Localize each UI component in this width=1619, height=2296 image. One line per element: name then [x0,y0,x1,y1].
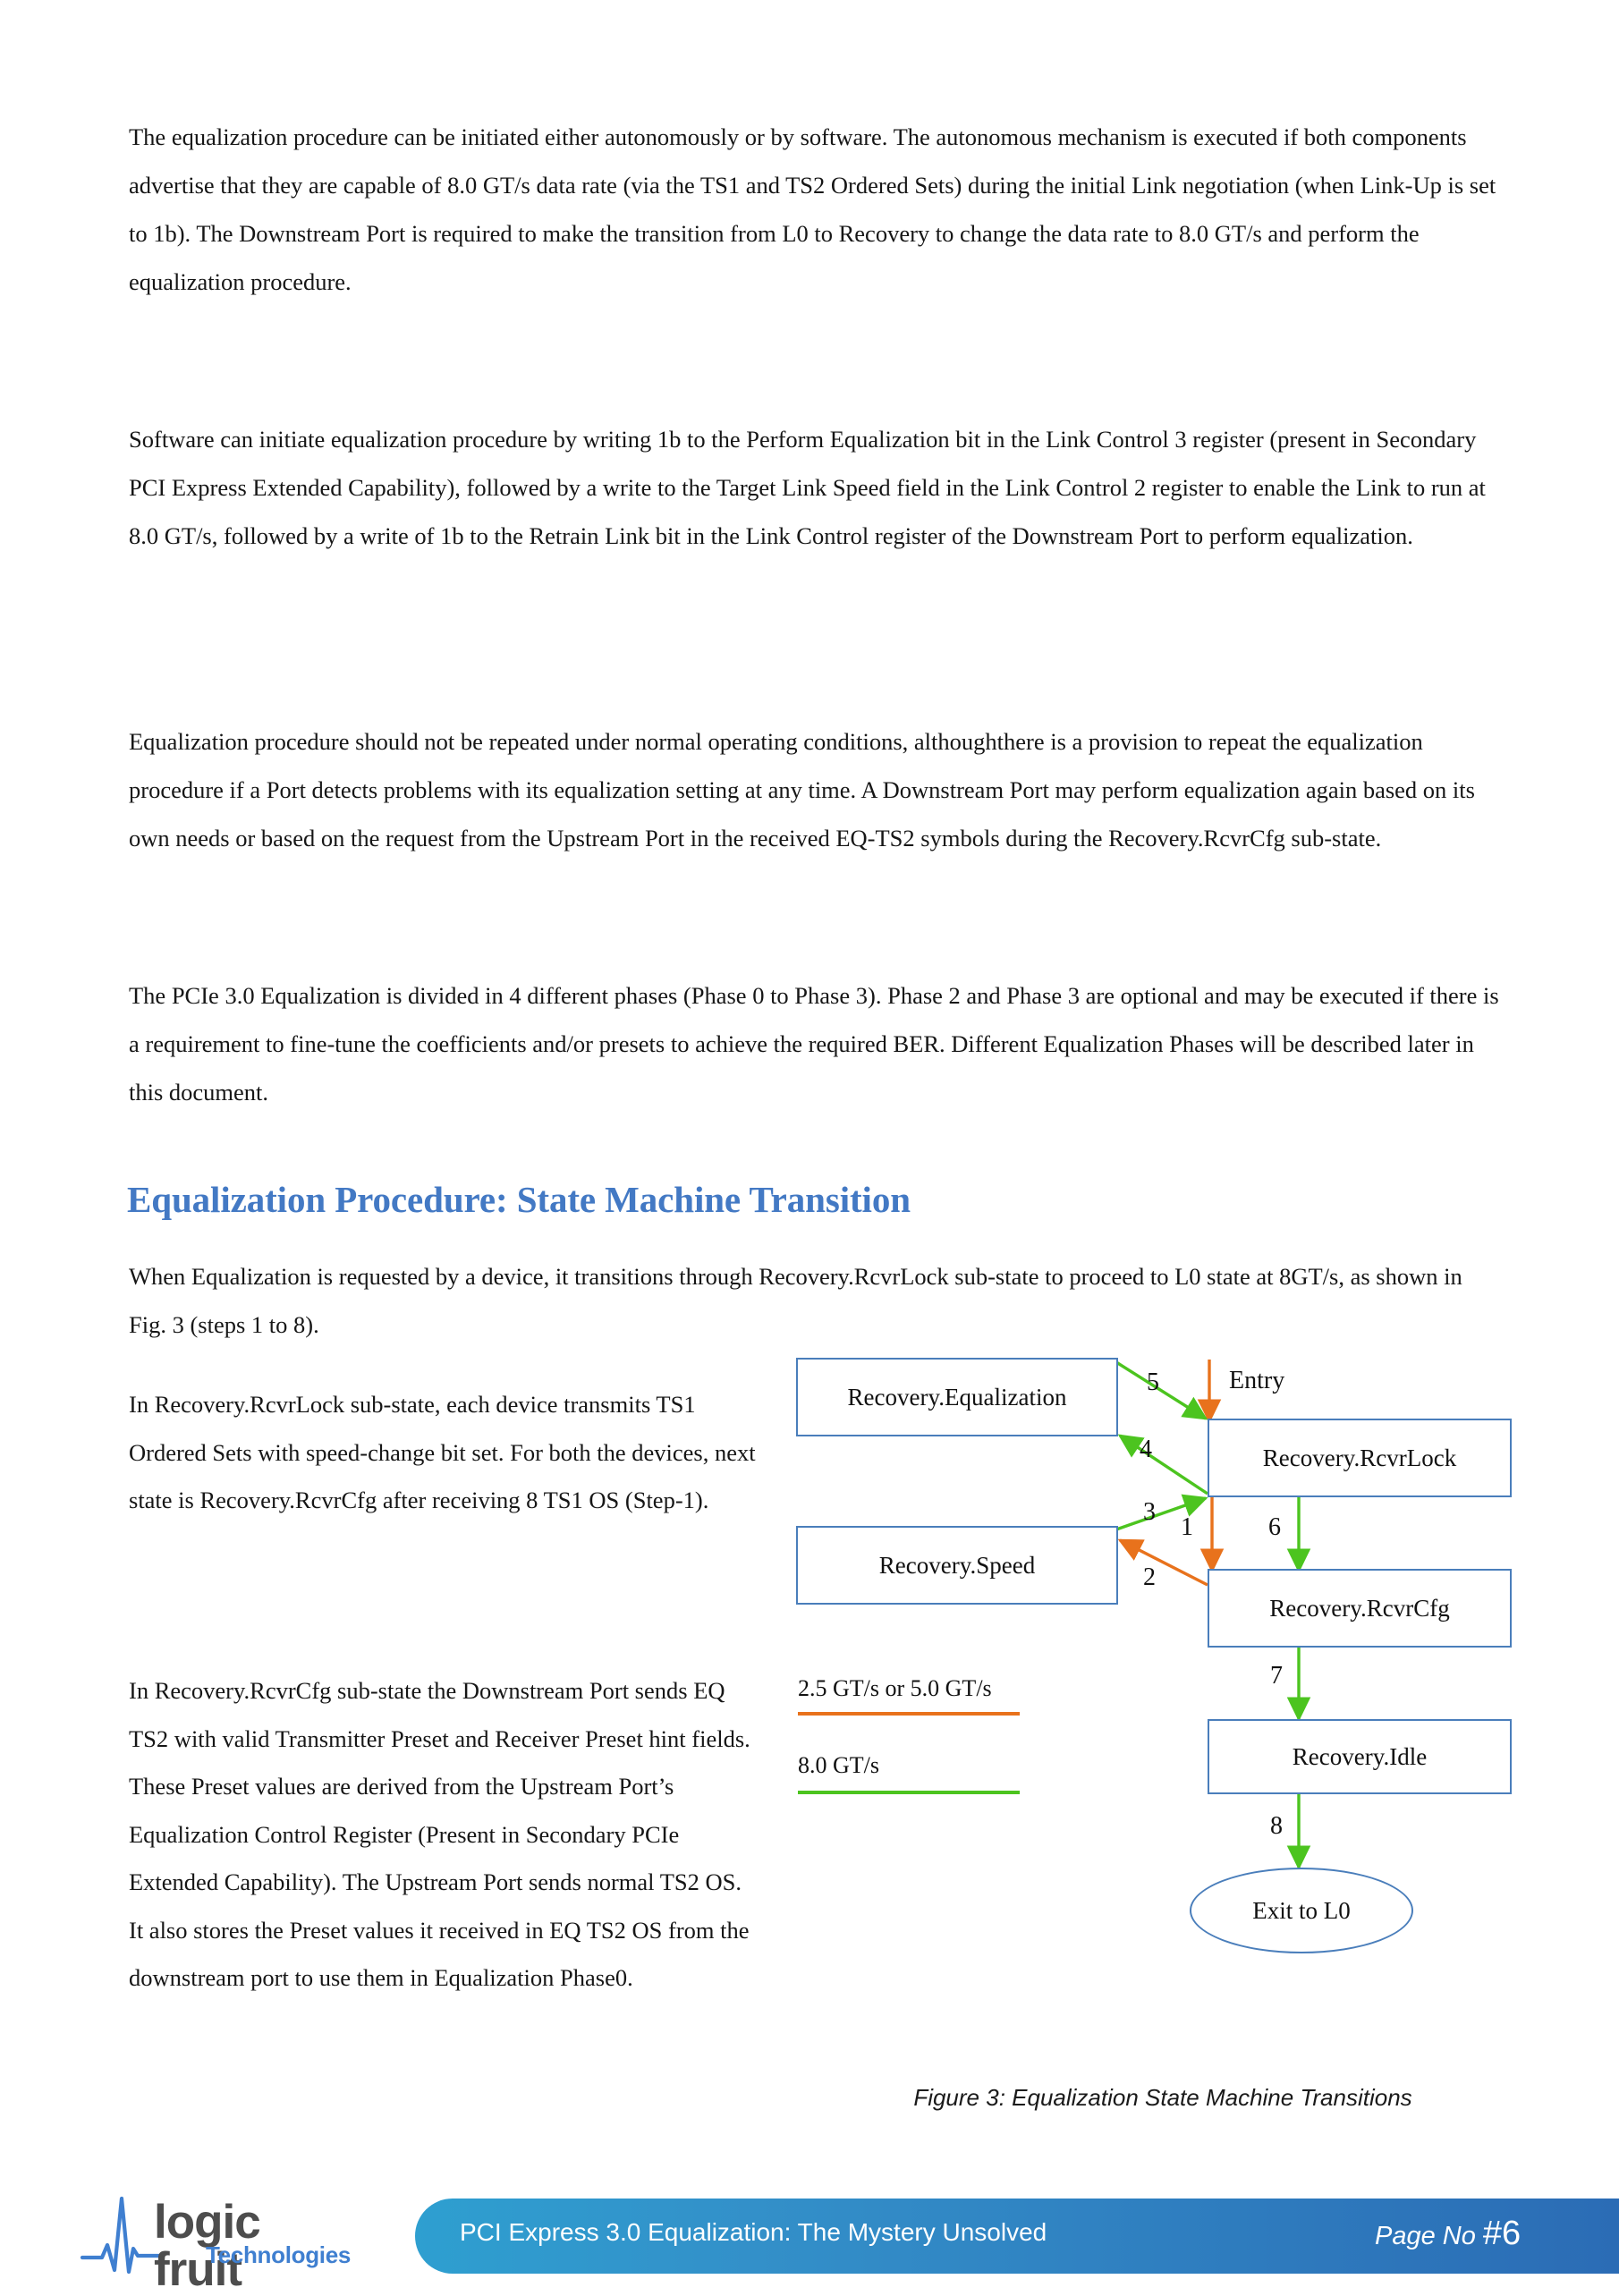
node-recovery-rcvrlock: Recovery.RcvrLock [1208,1419,1512,1497]
node-label: Recovery.Idle [1292,1742,1428,1770]
node-label: Recovery.Equalization [847,1383,1067,1411]
paragraph-text: Software can initiate equalization proce… [129,426,1486,549]
edge-label-3: 3 [1143,1498,1156,1526]
node-label: Recovery.RcvrLock [1262,1444,1457,1471]
paragraph-text: The PCIe 3.0 Equalization is divided in … [129,982,1499,1106]
legend-label-fast: 8.0 GT/s [798,1752,879,1778]
paragraph-text: When Equalization is requested by a devi… [129,1263,1462,1338]
paragraph-text: In Recovery.RcvrLock sub-state, each dev… [129,1391,756,1513]
paragraph-text: In Recovery.RcvrCfg sub-state the Downst… [129,1677,750,1991]
document-page: The equalization procedure can be initia… [0,0,1619,2293]
node-recovery-speed: Recovery.Speed [796,1526,1118,1605]
section-heading: Equalization Procedure: State Machine Tr… [127,1179,911,1220]
paragraph-2: Software can initiate equalization proce… [129,415,1501,560]
edge-label-5: 5 [1147,1368,1159,1396]
paragraph-after-heading: When Equalization is requested by a devi… [129,1252,1501,1349]
company-logo: logic fruit Technologies [81,2191,351,2293]
edge-label-8: 8 [1270,1812,1283,1840]
footer-title: PCI Express 3.0 Equalization: The Myster… [460,2218,1047,2246]
paragraph-text: Equalization procedure should not be rep… [129,728,1475,851]
page-prefix: Page No [1375,2222,1476,2250]
page-number-value: #6 [1482,2215,1522,2252]
edge-label-7: 7 [1270,1662,1283,1690]
node-recovery-idle: Recovery.Idle [1208,1719,1512,1794]
paragraph-4: The PCIe 3.0 Equalization is divided in … [129,971,1501,1116]
pulse-waveform-icon [81,2196,161,2275]
edge-label-4: 4 [1140,1436,1152,1463]
logo-subtext: Technologies [206,2241,352,2268]
node-label: Exit to L0 [1252,1896,1351,1924]
edge-label-2: 2 [1143,1563,1156,1591]
figure-caption: Figure 3: Equalization State Machine Tra… [913,2084,1412,2111]
page-footer: logic fruit Technologies PCI Express 3.0… [0,2182,1619,2293]
node-exit-to-l0: Exit to L0 [1190,1868,1413,1953]
left-column-paragraph-1: In Recovery.RcvrLock sub-state, each dev… [129,1381,759,1525]
paragraph-3: Equalization procedure should not be rep… [129,717,1501,862]
entry-label: Entry [1229,1367,1285,1394]
node-recovery-equalization: Recovery.Equalization [796,1358,1118,1436]
left-column-paragraph-2: In Recovery.RcvrCfg sub-state the Downst… [129,1667,759,2003]
node-label: Recovery.Speed [878,1551,1036,1579]
edge-label-1: 1 [1181,1513,1193,1541]
node-recovery-rcvrcfg: Recovery.RcvrCfg [1208,1569,1512,1648]
node-label: Recovery.RcvrCfg [1269,1594,1450,1622]
legend-rule-fast [798,1791,1020,1794]
edge-label-6: 6 [1268,1513,1281,1541]
paragraph-text: The equalization procedure can be initia… [129,123,1496,295]
figure-state-machine: Recovery.Equalization Recovery.Speed Rec… [796,1351,1521,2165]
legend-label-slow: 2.5 GT/s or 5.0 GT/s [798,1675,992,1701]
footer-page-number: Page No #6 [1375,2215,1521,2253]
legend-rule-slow [798,1712,1020,1716]
paragraph-1: The equalization procedure can be initia… [129,113,1501,306]
